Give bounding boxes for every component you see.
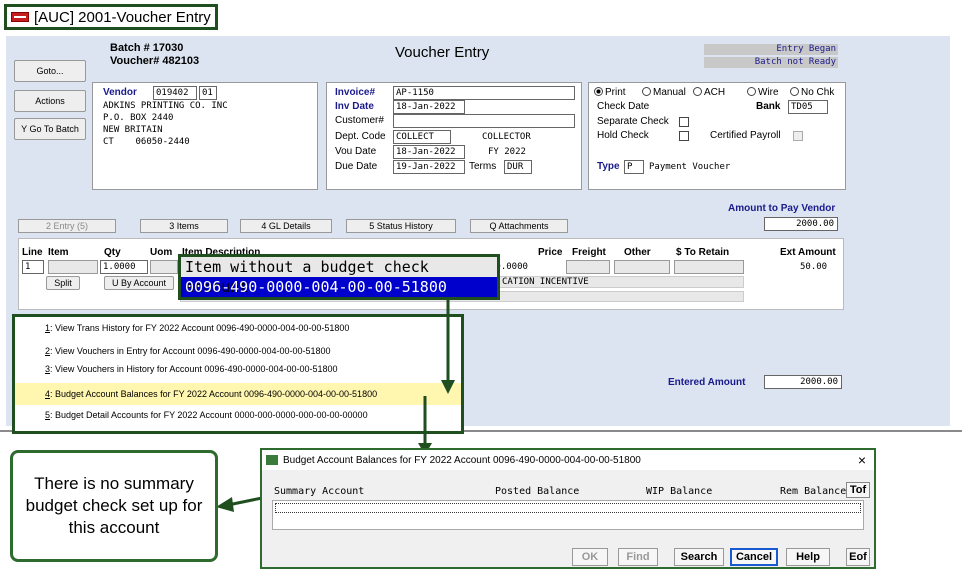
dialog-close-icon[interactable]: × <box>858 452 866 468</box>
dialog-title: Budget Account Balances for FY 2022 Acco… <box>283 454 641 466</box>
col-summary-account: Summary Account <box>274 486 365 497</box>
find-button[interactable]: Find <box>618 548 658 566</box>
budget-balances-dialog: Budget Account Balances for FY 2022 Acco… <box>260 448 876 569</box>
col-wip-balance: WIP Balance <box>646 486 713 497</box>
dialog-app-icon <box>266 455 278 465</box>
search-button[interactable]: Search <box>674 548 724 566</box>
end-of-file-button[interactable]: Eof <box>846 548 870 566</box>
col-posted-balance: Posted Balance <box>495 486 580 497</box>
cancel-button[interactable]: Cancel <box>730 548 778 566</box>
empty-row <box>275 503 861 513</box>
top-of-file-button[interactable]: Tof <box>846 482 870 498</box>
help-button[interactable]: Help <box>786 548 830 566</box>
ok-button[interactable]: OK <box>572 548 608 566</box>
dialog-titlebar: Budget Account Balances for FY 2022 Acco… <box>262 450 874 470</box>
col-rem-balance: Rem Balance <box>780 486 847 497</box>
annotation-callout: There is no summary budget check set up … <box>10 450 218 562</box>
balances-list[interactable] <box>272 500 864 530</box>
